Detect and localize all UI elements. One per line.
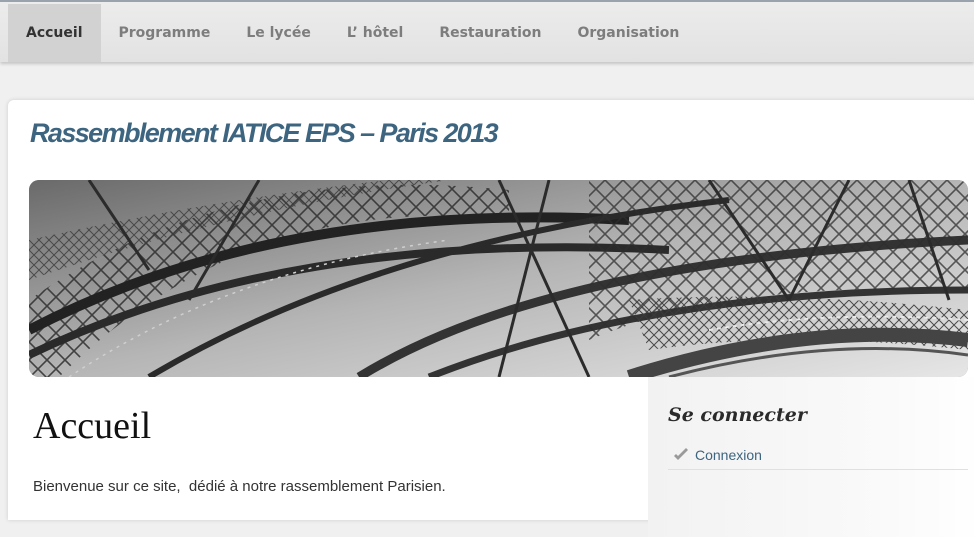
nav-item-programme[interactable]: Programme	[101, 4, 229, 62]
site-title[interactable]: Rassemblement IATICE EPS – Paris 2013	[30, 118, 499, 149]
nav-item-organisation[interactable]: Organisation	[559, 4, 697, 62]
nav-item-le-lycee[interactable]: Le lycée	[228, 4, 329, 62]
eiffel-tower-photo	[29, 180, 968, 377]
nav-item-restauration[interactable]: Restauration	[421, 4, 559, 62]
intro-text: Bienvenue sur ce site, dédié à notre ras…	[33, 478, 446, 495]
eiffel-tower-banner	[29, 180, 968, 377]
sidebar-title: Se connecter	[668, 404, 807, 426]
check-icon	[673, 448, 689, 462]
sidebar-link-connexion[interactable]: Connexion	[668, 441, 968, 470]
top-navigation-bar: Accueil Programme Le lycée L’ hôtel Rest…	[0, 0, 974, 62]
main-nav: Accueil Programme Le lycée L’ hôtel Rest…	[8, 4, 697, 62]
main-panel: Rassemblement IATICE EPS – Paris 2013 Ac…	[8, 100, 974, 537]
connexion-link-label[interactable]: Connexion	[695, 447, 762, 463]
sidebar: Se connecter Connexion	[648, 377, 974, 537]
page-heading: Accueil	[33, 405, 152, 447]
nav-item-accueil[interactable]: Accueil	[8, 4, 101, 62]
nav-item-hotel[interactable]: L’ hôtel	[329, 4, 421, 62]
